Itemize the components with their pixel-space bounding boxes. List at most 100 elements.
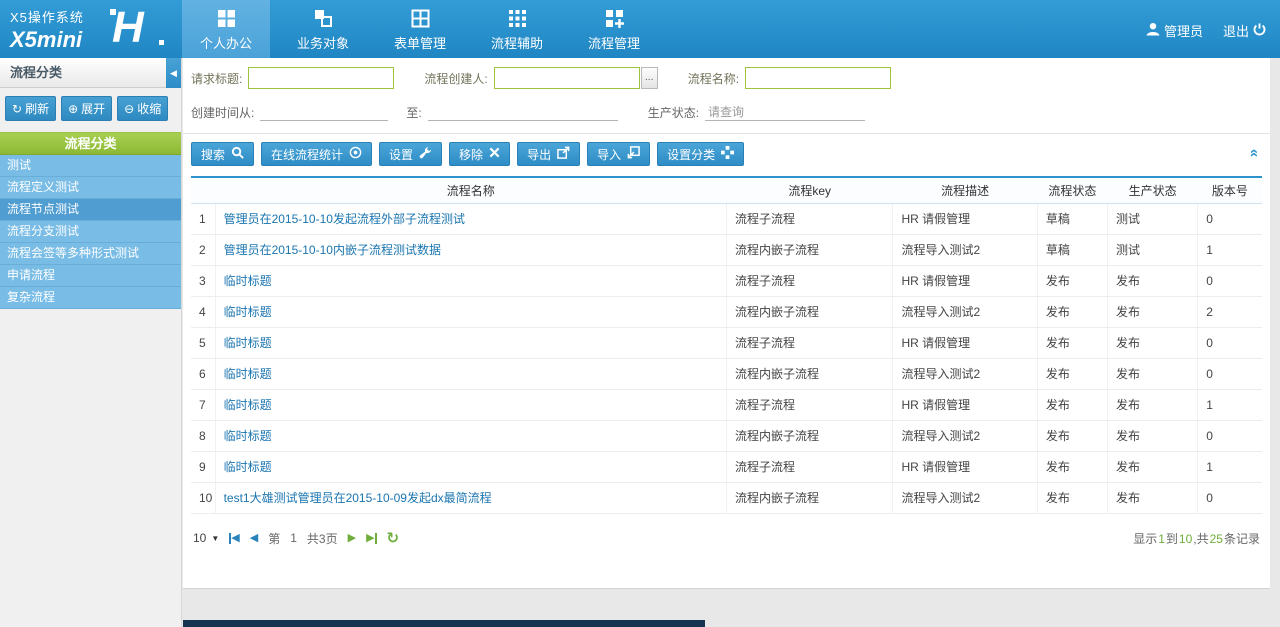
created-to-input[interactable] [428, 103, 618, 121]
col-header-version[interactable]: 版本号 [1198, 177, 1262, 203]
header-user-area: 管理员 退出 [1146, 21, 1266, 40]
table-row[interactable]: 8 临时标题 流程内嵌子流程 流程导入测试2 发布 发布 0 [191, 420, 1262, 451]
flow-status-cell: 发布 [1037, 420, 1107, 451]
sidebar-item-flow-definition-test[interactable]: 流程定义测试 [0, 177, 181, 199]
table-row[interactable]: 9 临时标题 流程子流程 HR 请假管理 发布 发布 1 [191, 451, 1262, 482]
table-row[interactable]: 6 临时标题 流程内嵌子流程 流程导入测试2 发布 发布 0 [191, 358, 1262, 389]
flow-name-input[interactable] [745, 67, 891, 89]
flow-name-link[interactable]: 临时标题 [224, 336, 272, 350]
import-button[interactable]: 导入 [587, 142, 650, 166]
nav-flow-management[interactable]: 流程管理 [570, 0, 658, 58]
sidebar-item-apply-flow[interactable]: 申请流程 [0, 265, 181, 287]
summary-text: 到 [1166, 532, 1178, 546]
created-from-input[interactable] [260, 103, 388, 121]
sidebar-item-flow-node-test[interactable]: 流程节点测试 [0, 199, 181, 221]
chevron-down-icon: ▼ [211, 534, 219, 543]
sidebar-item-flow-branch-test[interactable]: 流程分支测试 [0, 221, 181, 243]
table-row[interactable]: 2 管理员在2015-10-10内嵌子流程测试数据 流程内嵌子流程 流程导入测试… [191, 234, 1262, 265]
left-arrow-icon: ◀ [170, 59, 177, 88]
flow-name-link[interactable]: test1大雄测试管理员在2015-10-09发起dx最简流程 [224, 491, 492, 505]
total-pages: 共3页 [307, 530, 338, 547]
flow-creator-input[interactable] [494, 67, 640, 89]
refresh-button[interactable]: ↻刷新 [5, 96, 56, 121]
current-page-value[interactable]: 1 [290, 531, 297, 545]
flow-desc-cell: 流程导入测试2 [893, 482, 1037, 513]
col-header-flow-key[interactable]: 流程key [726, 177, 892, 203]
flow-status-cell: 草稿 [1037, 203, 1107, 234]
flow-key-cell: 流程子流程 [726, 265, 892, 296]
remove-button[interactable]: 移除 [449, 142, 510, 166]
logo-h-icon: H [112, 3, 166, 53]
sidebar-collapse-handle[interactable]: ◀ [166, 58, 181, 88]
flow-table: 流程名称 流程key 流程描述 流程状态 生产状态 版本号 1 管理员在2015… [191, 176, 1262, 514]
set-category-button[interactable]: 设置分类 [657, 142, 744, 166]
flow-name-link[interactable]: 临时标题 [224, 398, 272, 412]
flow-key-cell: 流程内嵌子流程 [726, 482, 892, 513]
logo-square-icon [159, 40, 164, 45]
table-row[interactable]: 4 临时标题 流程内嵌子流程 流程导入测试2 发布 发布 2 [191, 296, 1262, 327]
user-menu[interactable]: 管理员 [1146, 21, 1203, 40]
search-button[interactable]: 搜索 [191, 142, 254, 166]
nav-personal-office[interactable]: 个人办公 [182, 0, 270, 58]
col-header-prod-status[interactable]: 生产状态 [1108, 177, 1198, 203]
logout-button[interactable]: 退出 [1223, 21, 1266, 40]
flow-name-link[interactable]: 临时标题 [224, 429, 272, 443]
logout-label: 退出 [1223, 21, 1249, 40]
col-header-flow-status[interactable]: 流程状态 [1037, 177, 1107, 203]
flow-key-cell: 流程子流程 [726, 451, 892, 482]
sidebar-item-test[interactable]: 测试 [0, 155, 181, 177]
nav-flow-assist[interactable]: 流程辅助 [473, 0, 561, 58]
export-button[interactable]: 导出 [517, 142, 580, 166]
table-row[interactable]: 7 临时标题 流程子流程 HR 请假管理 发布 发布 1 [191, 389, 1262, 420]
creator-picker-button[interactable]: ... [641, 67, 658, 89]
row-number: 8 [191, 420, 215, 451]
flow-name-link[interactable]: 管理员在2015-10-10发起流程外部子流程测试 [224, 212, 465, 226]
flow-name-link[interactable]: 临时标题 [224, 305, 272, 319]
summary-text: 条记录 [1224, 532, 1260, 546]
set-category-label: 设置分类 [667, 146, 715, 163]
prod-status-label: 生产状态: [648, 104, 699, 121]
row-number: 9 [191, 451, 215, 482]
nav-label: 流程辅助 [473, 33, 561, 52]
last-page-button[interactable]: ▶ [366, 533, 376, 544]
flow-desc-cell: HR 请假管理 [893, 451, 1037, 482]
power-icon [1253, 23, 1266, 39]
page-size-select[interactable]: 10 ▼ [193, 531, 219, 545]
reload-list-icon[interactable]: ↻ [387, 531, 400, 546]
settings-button[interactable]: 设置 [379, 142, 442, 166]
table-row[interactable]: 5 临时标题 流程子流程 HR 请假管理 发布 发布 0 [191, 327, 1262, 358]
logo-letter: H [112, 3, 144, 52]
flow-name-link[interactable]: 临时标题 [224, 460, 272, 474]
expand-all-button[interactable]: ⊕展开 [61, 96, 112, 121]
next-page-button[interactable]: ▶ [348, 533, 356, 544]
prod-status-cell: 发布 [1108, 358, 1198, 389]
nav-form-management[interactable]: 表单管理 [376, 0, 464, 58]
version-cell: 2 [1198, 296, 1262, 327]
flow-status-cell: 草稿 [1037, 234, 1107, 265]
flow-desc-cell: HR 请假管理 [893, 265, 1037, 296]
sidebar-item-countersign-test[interactable]: 流程会签等多种形式测试 [0, 243, 181, 265]
prev-page-button[interactable]: ◀ [250, 533, 258, 544]
col-header-flow-name[interactable]: 流程名称 [215, 177, 726, 203]
prod-status-input[interactable] [705, 103, 865, 121]
collapse-all-button[interactable]: ⊖收缩 [117, 96, 168, 121]
sidebar-title-text: 流程分类 [10, 65, 62, 80]
sidebar-item-complex-flow[interactable]: 复杂流程 [0, 287, 181, 309]
online-flow-stats-button[interactable]: 在线流程统计 [261, 142, 372, 166]
flow-name-link[interactable]: 临时标题 [224, 274, 272, 288]
settings-label: 设置 [389, 146, 413, 163]
first-page-button[interactable]: ◀ [229, 533, 239, 544]
table-row[interactable]: 3 临时标题 流程子流程 HR 请假管理 发布 发布 0 [191, 265, 1262, 296]
collapse-panel-icon[interactable]: « [1246, 149, 1263, 156]
flow-name-link[interactable]: 管理员在2015-10-10内嵌子流程测试数据 [224, 243, 441, 257]
table-row[interactable]: 10 test1大雄测试管理员在2015-10-09发起dx最简流程 流程内嵌子… [191, 482, 1262, 513]
request-title-input[interactable] [248, 67, 394, 89]
nav-business-objects[interactable]: 业务对象 [279, 0, 367, 58]
action-toolbar: 搜索 在线流程统计 设置 移除 导出 导入 设置分类 « [183, 133, 1270, 174]
col-header-flow-desc[interactable]: 流程描述 [893, 177, 1037, 203]
flow-status-cell: 发布 [1037, 482, 1107, 513]
table-row[interactable]: 1 管理员在2015-10-10发起流程外部子流程测试 流程子流程 HR 请假管… [191, 203, 1262, 234]
flow-desc-cell: 流程导入测试2 [893, 296, 1037, 327]
search-icon [231, 146, 244, 162]
flow-name-link[interactable]: 临时标题 [224, 367, 272, 381]
